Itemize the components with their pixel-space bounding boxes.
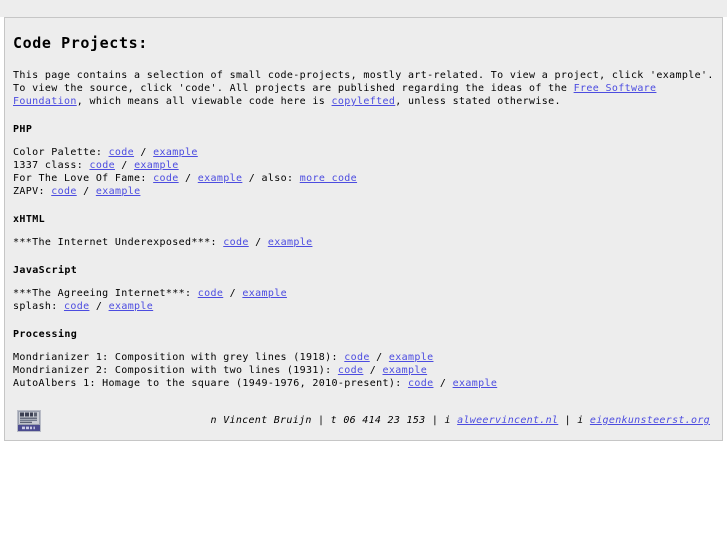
copylefted-link[interactable]: copylefted (332, 96, 396, 107)
project-label: AutoAlbers 1: Homage to the square (1949… (13, 378, 402, 389)
slash-separator: / (76, 186, 96, 197)
project-row: For The Love Of Fame: code / example / a… (13, 172, 714, 185)
project-label: ***The Internet Underexposed***: (13, 237, 217, 248)
project-example-link[interactable]: example (153, 147, 198, 158)
project-example-link[interactable]: example (242, 288, 287, 299)
project-code-link[interactable]: code (64, 301, 89, 312)
footer-separator-2: | (431, 415, 439, 426)
project-row: AutoAlbers 1: Homage to the square (1949… (13, 377, 714, 390)
section-heading: Processing (13, 329, 78, 340)
slash-separator: / (363, 365, 383, 376)
contact-tel: 06 414 23 153 (343, 415, 426, 426)
contact-site1-prefix: i (444, 415, 451, 426)
project-example-link[interactable]: example (383, 365, 428, 376)
contact-name: Vincent Bruijn (223, 415, 312, 426)
intro-text-part-2: , which means all viewable code here is (76, 96, 332, 107)
project-example-link[interactable]: example (268, 237, 313, 248)
slash-separator: / (89, 301, 109, 312)
contact-site2-prefix: i (577, 415, 584, 426)
project-code-link[interactable]: code (223, 237, 248, 248)
footer-contact-line: n Vincent Bruijn | t 06 414 23 153 | i a… (211, 415, 710, 426)
project-example-link[interactable]: example (134, 160, 179, 171)
page-footer: n Vincent Bruijn | t 06 414 23 153 | i a… (13, 402, 714, 432)
project-example-link[interactable]: example (198, 173, 243, 184)
project-row: Color Palette: code / example (13, 146, 714, 159)
project-code-link[interactable]: code (109, 147, 134, 158)
footer-separator-1: | (318, 415, 325, 426)
project-example-link[interactable]: example (389, 352, 434, 363)
slash-separator: / (114, 160, 135, 171)
section-heading: PHP (13, 124, 33, 135)
section-link-list: ***The Agreeing Internet***: code / exam… (13, 287, 714, 313)
project-label: 1337 class: (13, 160, 84, 171)
slash-separator: / (433, 378, 453, 389)
project-row: 1337 class: code / example (13, 159, 714, 172)
project-row: ***The Agreeing Internet***: code / exam… (13, 287, 714, 300)
section-heading: JavaScript (13, 265, 78, 276)
slash-separator: / (134, 147, 154, 158)
project-example-link[interactable]: example (453, 378, 498, 389)
project-label: For The Love Of Fame: (13, 173, 147, 184)
project-row: Mondrianizer 1: Composition with grey li… (13, 351, 714, 364)
contact-tel-prefix: t (330, 415, 337, 426)
slash-separator: / (178, 173, 198, 184)
project-label: ZAPV: (13, 186, 45, 197)
project-code-link[interactable]: code (89, 160, 114, 171)
slash-separator: / (369, 352, 389, 363)
zend-certified-badge-icon[interactable] (17, 410, 41, 432)
intro-paragraph: This page contains a selection of small … (13, 69, 714, 108)
project-more-code-link[interactable]: more code (300, 173, 357, 184)
section-link-list: Mondrianizer 1: Composition with grey li… (13, 351, 714, 390)
project-label: Color Palette: (13, 147, 103, 158)
project-code-link[interactable]: code (344, 352, 369, 363)
project-code-link[interactable]: code (51, 186, 76, 197)
footer-separator-3: | (564, 415, 571, 426)
project-code-link[interactable]: code (338, 365, 363, 376)
slash-separator: / (223, 288, 243, 299)
intro-text-part-3: , unless stated otherwise. (395, 96, 561, 107)
page-title: Code Projects: (13, 34, 148, 52)
contact-name-prefix: n (210, 415, 217, 426)
project-example-link[interactable]: example (96, 186, 141, 197)
project-code-link[interactable]: code (198, 288, 223, 299)
project-row: splash: code / example (13, 300, 714, 313)
page-top-band (0, 0, 727, 17)
project-label: splash: (13, 301, 58, 312)
project-code-link[interactable]: code (408, 378, 433, 389)
project-label: Mondrianizer 1: Composition with grey li… (13, 352, 338, 363)
project-row: Mondrianizer 2: Composition with two lin… (13, 364, 714, 377)
section-heading: xHTML (13, 214, 46, 225)
section-link-list: Color Palette: code / example 1337 class:… (13, 146, 714, 198)
project-row: ZAPV: code / example (13, 185, 714, 198)
slash-separator: / (242, 173, 262, 184)
project-example-link[interactable]: example (109, 301, 154, 312)
sections-container: PHP Color Palette: code / example 1337 cla… (13, 124, 714, 390)
section-link-list: ***The Internet Underexposed***: code / … (13, 236, 714, 249)
content-box: Code Projects: This page contains a sele… (4, 17, 723, 441)
project-label: ***The Agreeing Internet***: (13, 288, 192, 299)
project-label: Mondrianizer 2: Composition with two lin… (13, 365, 332, 376)
alweervincent-link[interactable]: alweervincent.nl (457, 415, 558, 426)
eigenkunsteerst-link[interactable]: eigenkunsteerst.org (590, 415, 710, 426)
project-extra-label: also: (261, 173, 294, 184)
slash-separator: / (248, 237, 268, 248)
project-row: ***The Internet Underexposed***: code / … (13, 236, 714, 249)
project-code-link[interactable]: code (153, 173, 178, 184)
